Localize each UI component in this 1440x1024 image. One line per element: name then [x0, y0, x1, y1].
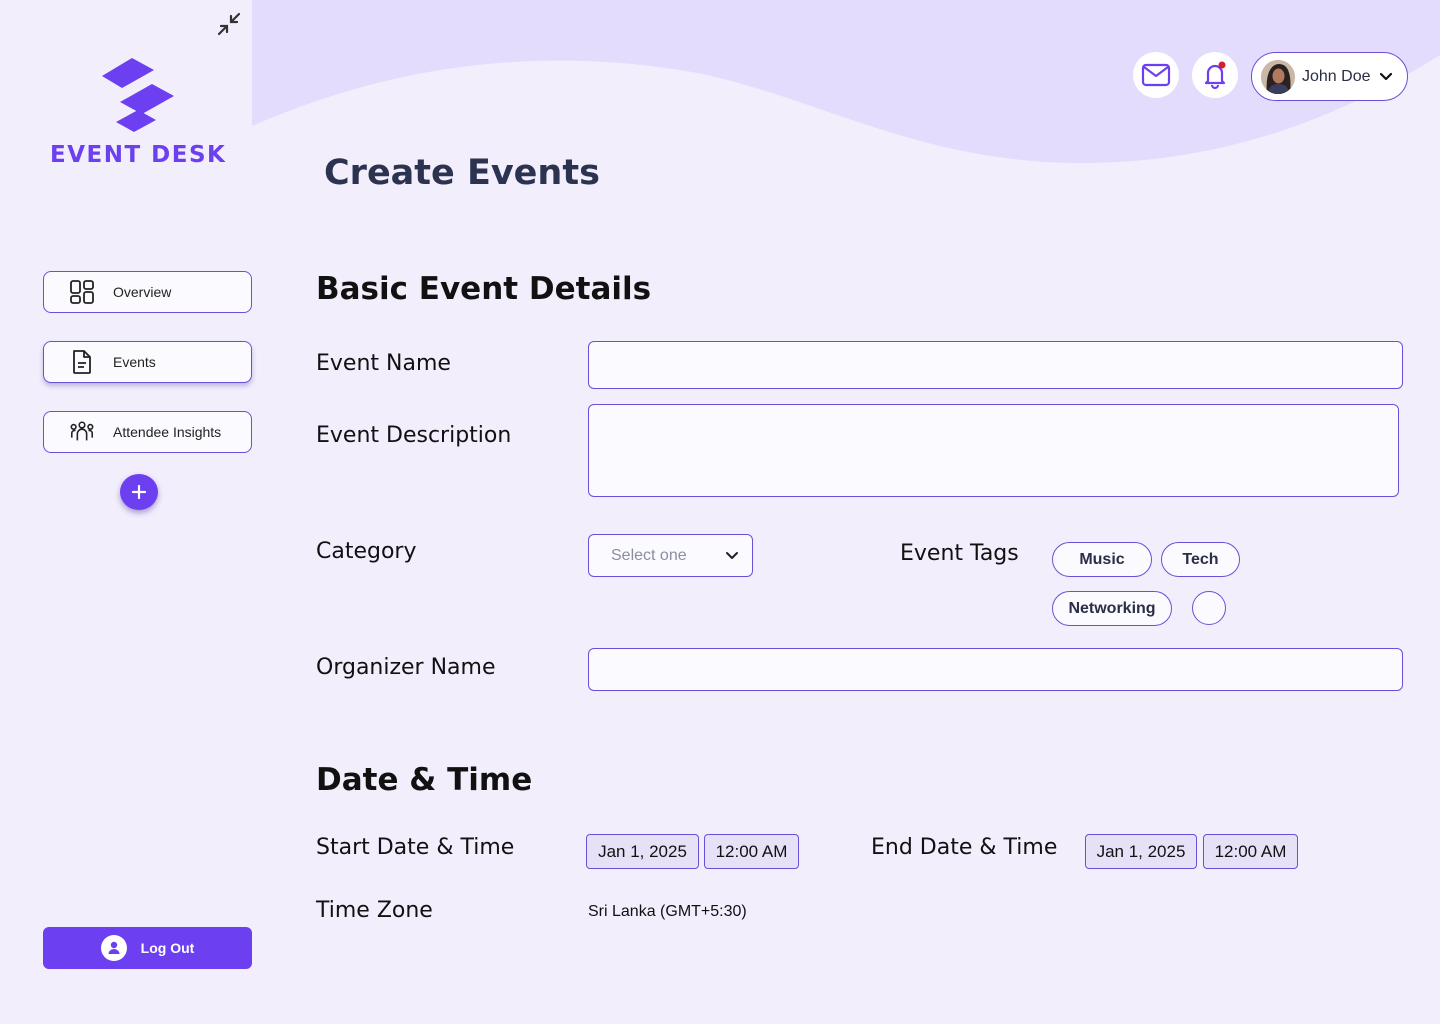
user-menu[interactable]: John Doe [1251, 52, 1408, 101]
bell-icon [1204, 61, 1226, 90]
dashboard-icon [69, 279, 95, 305]
end-time-picker[interactable]: 12:00 AM [1203, 834, 1298, 869]
organizer-input[interactable] [588, 648, 1403, 691]
event-description-input[interactable] [588, 404, 1399, 497]
timezone-label: Time Zone [316, 898, 433, 923]
event-description-label: Event Description [316, 423, 512, 448]
start-date-picker[interactable]: Jan 1, 2025 [586, 834, 699, 869]
start-datetime-label: Start Date & Time [316, 835, 515, 860]
avatar [1261, 59, 1295, 94]
section-title-datetime: Date & Time [316, 762, 533, 798]
logo-text: EVENT DESK [50, 142, 227, 168]
logo: EVENT DESK [50, 54, 230, 174]
collapse-icon[interactable] [214, 9, 244, 39]
tag-tech[interactable]: Tech [1161, 542, 1240, 577]
end-datetime-label: End Date & Time [871, 835, 1058, 860]
logout-label: Log Out [140, 940, 195, 956]
category-placeholder: Select one [611, 546, 687, 564]
section-title-basic: Basic Event Details [316, 271, 652, 307]
mail-button[interactable] [1133, 52, 1179, 98]
tag-music[interactable]: Music [1052, 542, 1152, 577]
sidebar-item-attendee-insights[interactable]: Attendee Insights [43, 411, 252, 453]
organizer-label: Organizer Name [316, 655, 496, 680]
notification-button[interactable] [1192, 52, 1238, 98]
document-icon [69, 349, 95, 375]
logout-button[interactable]: Log Out [43, 927, 252, 969]
sidebar: EVENT DESK Overview Events Attendee Insi… [0, 0, 252, 1024]
sidebar-item-label: Events [113, 354, 156, 370]
timezone-value: Sri Lanka (GMT+5:30) [588, 903, 747, 920]
page-title: Create Events [324, 153, 600, 193]
start-time-picker[interactable]: 12:00 AM [704, 834, 799, 869]
tag-networking[interactable]: Networking [1052, 591, 1172, 626]
add-button[interactable] [120, 474, 158, 510]
end-date-picker[interactable]: Jan 1, 2025 [1085, 834, 1197, 869]
sidebar-item-label: Overview [113, 284, 172, 300]
chevron-down-icon [726, 551, 738, 559]
chevron-down-icon [1379, 72, 1393, 82]
user-name: John Doe [1302, 67, 1371, 85]
category-label: Category [316, 539, 417, 564]
people-icon [69, 419, 95, 445]
event-name-label: Event Name [316, 351, 451, 376]
event-name-input[interactable] [588, 341, 1403, 389]
category-select[interactable]: Select one [588, 534, 753, 577]
add-tag-button[interactable] [1192, 591, 1226, 625]
event-tags-label: Event Tags [900, 541, 1019, 566]
user-icon [100, 935, 127, 961]
plus-icon [131, 484, 147, 500]
mail-icon [1141, 63, 1171, 87]
sidebar-item-label: Attendee Insights [113, 424, 222, 440]
sidebar-item-events[interactable]: Events [43, 341, 252, 383]
sidebar-item-overview[interactable]: Overview [43, 271, 252, 313]
